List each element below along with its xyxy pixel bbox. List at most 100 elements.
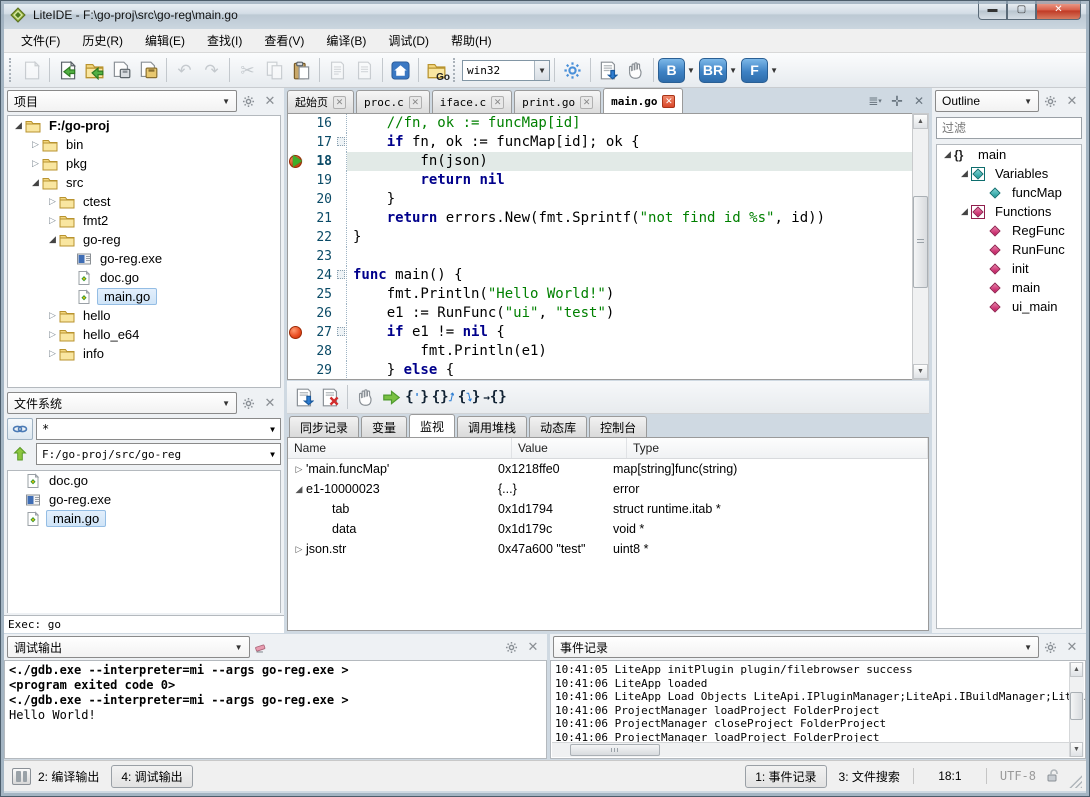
tab-close-icon[interactable]: ✕ xyxy=(409,96,422,109)
menu-item[interactable]: 编译(B) xyxy=(315,29,377,52)
file-run-button[interactable]: F xyxy=(741,58,768,83)
toggle-panels-icon[interactable] xyxy=(12,768,31,785)
scroll-up-arrow[interactable]: ▲ xyxy=(1070,662,1083,677)
event-log-content[interactable]: 10:41:05 LiteApp initPlugin plugin/fileb… xyxy=(550,660,1086,759)
file-search-toggle[interactable]: 3: 文件搜索 xyxy=(839,768,900,785)
filesystem-panel-select[interactable]: 文件系统 ▼ xyxy=(7,392,237,414)
encoding-label[interactable]: UTF-8 xyxy=(1000,769,1036,783)
collapse-arrow-icon[interactable]: ◢ xyxy=(958,168,971,179)
menu-item[interactable]: 文件(F) xyxy=(10,29,71,52)
outline-panel-close-button[interactable]: ✕ xyxy=(1061,90,1083,112)
outline-item-variables[interactable]: ◢Variables xyxy=(937,164,1081,183)
close-tab-button[interactable]: ✕ xyxy=(909,92,929,110)
project-item-doc-go[interactable]: doc.go xyxy=(8,268,280,287)
debug-output-content[interactable]: <./gdb.exe --interpreter=mi --args go-re… xyxy=(4,660,547,759)
code-editor[interactable]: 16 //fn, ok := funcMap[id]17 if fn, ok :… xyxy=(287,113,929,380)
build-button[interactable]: B xyxy=(658,58,685,83)
target-select[interactable]: win32 ▼ xyxy=(462,60,550,81)
collapse-arrow-icon[interactable]: ◢ xyxy=(29,177,42,188)
expand-arrow-icon[interactable]: ▷ xyxy=(46,196,59,207)
scroll-up-arrow[interactable]: ▲ xyxy=(913,114,928,129)
code-line-18[interactable]: 18 fn(json) xyxy=(288,152,928,171)
filesystem-panel-menu-button[interactable] xyxy=(237,392,259,414)
home-button[interactable] xyxy=(387,57,414,84)
step-into-button[interactable]: {}⭜ xyxy=(430,384,456,410)
project-item-hello-e64[interactable]: ▷hello_e64 xyxy=(8,325,280,344)
load-session-button[interactable] xyxy=(291,384,317,410)
step-over-button[interactable]: {'} xyxy=(404,384,430,410)
project-panel-close-button[interactable]: ✕ xyxy=(259,90,281,112)
maximize-button[interactable]: ▢ xyxy=(1007,1,1036,20)
watch-column-header[interactable]: Type xyxy=(627,438,928,458)
editor-tab[interactable]: iface.c✕ xyxy=(432,90,512,113)
code-line-19[interactable]: 19 return nil xyxy=(288,171,928,190)
debug-output-close-button[interactable]: ✕ xyxy=(522,636,544,658)
collapse-arrow-icon[interactable]: ◢ xyxy=(958,206,971,217)
build-run-dropdown[interactable]: ▼ xyxy=(729,66,737,75)
scroll-thumb[interactable] xyxy=(1070,692,1083,720)
outline-panel-menu-button[interactable] xyxy=(1039,90,1061,112)
new-file-button[interactable] xyxy=(18,57,45,84)
outline-item-regfunc[interactable]: RegFunc xyxy=(937,221,1081,240)
save-file-button[interactable] xyxy=(108,57,135,84)
menu-item[interactable]: 帮助(H) xyxy=(440,29,503,52)
fold-marker-icon[interactable] xyxy=(335,323,347,342)
scroll-down-arrow[interactable]: ▼ xyxy=(913,364,928,379)
menu-item[interactable]: 编辑(E) xyxy=(134,29,196,52)
expand-arrow-icon[interactable]: ▷ xyxy=(46,348,59,359)
undo-button[interactable]: ↶ xyxy=(171,57,198,84)
project-item-src[interactable]: ◢src xyxy=(8,173,280,192)
code-line-27[interactable]: 27 if e1 != nil { xyxy=(288,323,928,342)
outline-item-funcmap[interactable]: funcMap xyxy=(937,183,1081,202)
outline-item-main[interactable]: main xyxy=(937,278,1081,297)
close-button[interactable]: ✕ xyxy=(1036,1,1081,20)
env-settings-button[interactable] xyxy=(559,57,586,84)
stop-button[interactable] xyxy=(622,57,649,84)
project-item-f-go-proj[interactable]: ◢F:/go-proj xyxy=(8,116,280,135)
filesystem-panel-close-button[interactable]: ✕ xyxy=(259,392,281,414)
event-log-menu-button[interactable] xyxy=(1039,636,1061,658)
menu-item[interactable]: 查找(I) xyxy=(196,29,253,52)
editor-tab[interactable]: main.go✕ xyxy=(603,88,683,113)
build-run-button[interactable]: BR xyxy=(699,58,727,83)
expand-arrow-icon[interactable]: ▷ xyxy=(292,464,306,475)
tab-close-icon[interactable]: ✕ xyxy=(662,95,675,108)
code-line-21[interactable]: 21 return errors.New(fmt.Sprintf("not fi… xyxy=(288,209,928,228)
open-file-button[interactable] xyxy=(54,57,81,84)
collapse-arrow-icon[interactable]: ◢ xyxy=(292,484,306,495)
event-log-toggle[interactable]: 1: 事件记录 xyxy=(745,765,826,788)
editor-vscrollbar[interactable]: ▲ ▼ xyxy=(912,113,929,380)
menu-item[interactable]: 查看(V) xyxy=(253,29,315,52)
file-run-dropdown[interactable]: ▼ xyxy=(770,66,778,75)
expand-arrow-icon[interactable]: ▷ xyxy=(46,329,59,340)
scroll-thumb[interactable] xyxy=(913,196,928,288)
titlebar[interactable]: LiteIDE - F:\go-proj\src\go-reg\main.go … xyxy=(1,1,1089,29)
outline-item-init[interactable]: init xyxy=(937,259,1081,278)
save-all-button[interactable] xyxy=(135,57,162,84)
run-to-line-button[interactable]: →{} xyxy=(482,384,508,410)
watch-row[interactable]: ◢e1-10000023{...}error xyxy=(288,479,928,499)
outline-panel-select[interactable]: Outline ▼ xyxy=(935,90,1039,112)
editor-tab[interactable]: proc.c✕ xyxy=(356,90,430,113)
expand-arrow-icon[interactable]: ▷ xyxy=(29,158,42,169)
menu-item[interactable]: 历史(R) xyxy=(71,29,134,52)
go-env-button[interactable]: Go xyxy=(423,57,450,84)
project-item-pkg[interactable]: ▷pkg xyxy=(8,154,280,173)
outline-item-functions[interactable]: ◢Functions xyxy=(937,202,1081,221)
debug-tab[interactable]: 动态库 xyxy=(529,416,587,437)
code-line-25[interactable]: 25 fmt.Println("Hello World!") xyxy=(288,285,928,304)
code-line-23[interactable]: 23 xyxy=(288,247,928,266)
filter-select[interactable]: * ▼ xyxy=(36,418,281,440)
project-item-go-reg-exe[interactable]: go-reg.exe xyxy=(8,249,280,268)
outline-item-ui-main[interactable]: ui_main xyxy=(937,297,1081,316)
event-log-select[interactable]: 事件记录 ▼ xyxy=(553,636,1039,658)
redo-button[interactable]: ↷ xyxy=(198,57,225,84)
collapse-arrow-icon[interactable]: ◢ xyxy=(12,120,25,131)
code-line-16[interactable]: 16 //fn, ok := funcMap[id] xyxy=(288,114,928,133)
new-tab-button[interactable]: ✛ xyxy=(887,92,907,110)
build-dropdown[interactable]: ▼ xyxy=(687,66,695,75)
fs-item-main-go[interactable]: main.go xyxy=(8,509,280,528)
editor-tab[interactable]: print.go✕ xyxy=(514,90,601,113)
tab-list-button[interactable]: ≣▾ xyxy=(865,92,885,110)
watch-column-header[interactable]: Name xyxy=(288,438,512,458)
